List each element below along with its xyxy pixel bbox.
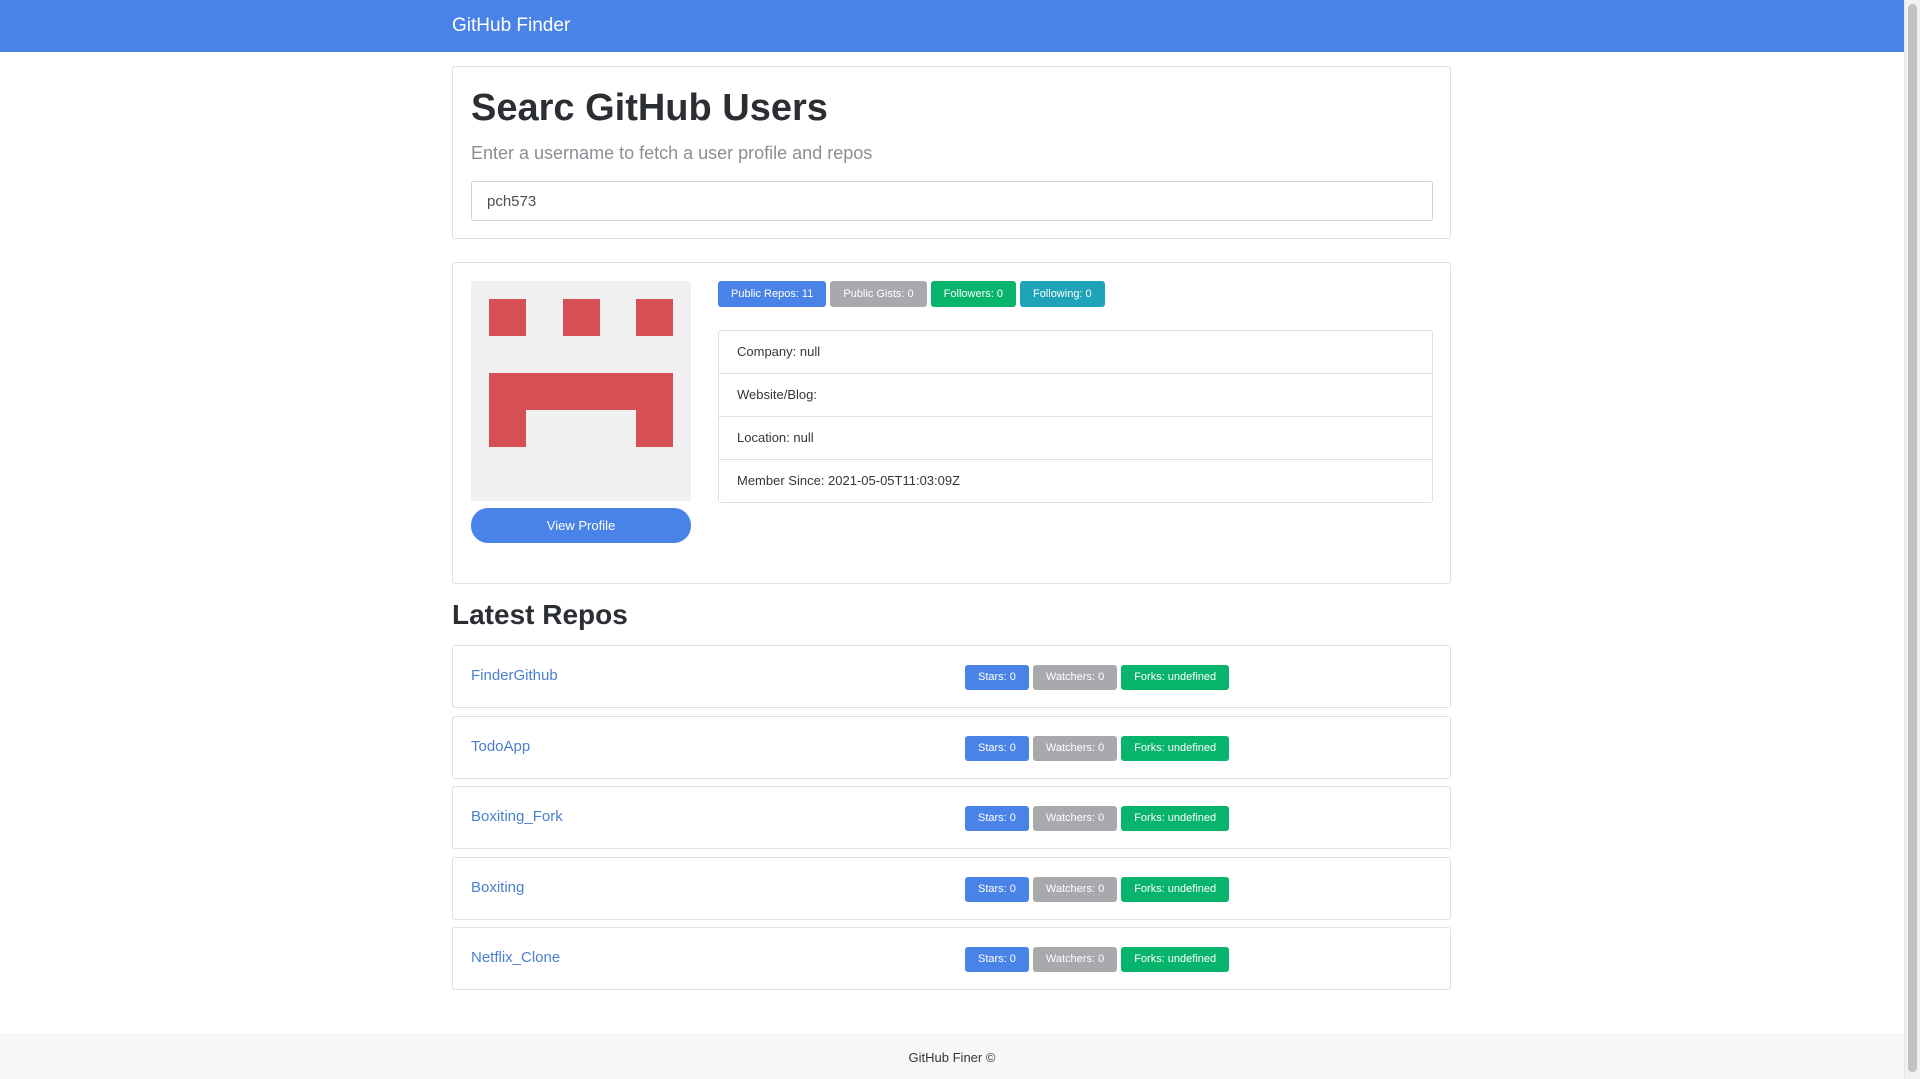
repo-card: TodoApp Stars: 0 Watchers: 0 Forks: unde…: [452, 716, 1451, 779]
company-item: Company: null: [719, 331, 1432, 374]
stars-badge: Stars: 0: [965, 665, 1029, 690]
repo-link[interactable]: Boxiting_Fork: [471, 808, 563, 825]
avatar-pixel: [489, 373, 673, 410]
search-input[interactable]: [471, 181, 1433, 221]
public-repos-badge: Public Repos: 11: [718, 281, 827, 307]
watchers-badge: Watchers: 0: [1032, 877, 1118, 902]
website-item: Website/Blog:: [719, 374, 1432, 417]
avatar-pixel: [563, 299, 600, 336]
repo-card: Boxiting Stars: 0 Watchers: 0 Forks: und…: [452, 857, 1451, 920]
forks-badge: Forks: undefined: [1121, 806, 1230, 831]
avatar: [471, 281, 691, 501]
repo-link[interactable]: TodoApp: [471, 738, 530, 755]
following-badge: Following: 0: [1019, 281, 1105, 307]
view-profile-button[interactable]: View Profile: [471, 508, 691, 543]
profile-info-list: Company: null Website/Blog: Location: nu…: [718, 330, 1433, 503]
followers-badge: Followers: 0: [930, 281, 1016, 307]
forks-badge: Forks: undefined: [1121, 665, 1230, 690]
search-title: Searc GitHub Users: [471, 87, 828, 129]
public-gists-badge: Public Gists: 0: [830, 281, 927, 307]
watchers-badge: Watchers: 0: [1032, 947, 1118, 972]
stars-badge: Stars: 0: [965, 736, 1029, 761]
repo-badges: Stars: 0 Watchers: 0 Forks: undefined: [965, 947, 1230, 972]
watchers-badge: Watchers: 0: [1032, 665, 1118, 690]
watchers-badge: Watchers: 0: [1032, 806, 1118, 831]
avatar-pixel: [489, 299, 526, 336]
repo-link[interactable]: Boxiting: [471, 879, 524, 896]
repo-badges: Stars: 0 Watchers: 0 Forks: undefined: [965, 665, 1230, 690]
navbar-brand[interactable]: GitHub Finder: [452, 15, 570, 37]
stars-badge: Stars: 0: [965, 877, 1029, 902]
search-subtitle: Enter a username to fetch a user profile…: [471, 143, 873, 163]
repo-card: Boxiting_Fork Stars: 0 Watchers: 0 Forks…: [452, 786, 1451, 849]
repo-card: FinderGithub Stars: 0 Watchers: 0 Forks:…: [452, 645, 1451, 708]
repo-badges: Stars: 0 Watchers: 0 Forks: undefined: [965, 736, 1230, 761]
vertical-scrollbar[interactable]: [1904, 0, 1920, 1079]
stars-badge: Stars: 0: [965, 806, 1029, 831]
avatar-pixel: [489, 410, 526, 447]
forks-badge: Forks: undefined: [1121, 947, 1230, 972]
profile-card: View Profile Public Repos: 11 Public Gis…: [452, 262, 1451, 584]
repo-badges: Stars: 0 Watchers: 0 Forks: undefined: [965, 806, 1230, 831]
search-card: Searc GitHub Users Enter a username to f…: [452, 66, 1451, 239]
location-item: Location: null: [719, 417, 1432, 460]
scrollbar-thumb[interactable]: [1908, 4, 1917, 1072]
repos-heading: Latest Repos: [452, 599, 628, 630]
repo-card: Netflix_Clone Stars: 0 Watchers: 0 Forks…: [452, 927, 1451, 990]
forks-badge: Forks: undefined: [1121, 736, 1230, 761]
avatar-pixel: [636, 410, 673, 447]
footer: GitHub Finer ©: [0, 1033, 1904, 1079]
watchers-badge: Watchers: 0: [1032, 736, 1118, 761]
forks-badge: Forks: undefined: [1121, 877, 1230, 902]
repo-link[interactable]: Netflix_Clone: [471, 949, 560, 966]
member-since-item: Member Since: 2021-05-05T11:03:09Z: [737, 473, 961, 488]
profile-badges: Public Repos: 11 Public Gists: 0 Followe…: [718, 281, 1105, 307]
page: GitHub Finder Searc GitHub Users Enter a…: [0, 0, 1920, 1079]
navbar: GitHub Finder: [0, 0, 1904, 52]
stars-badge: Stars: 0: [965, 947, 1029, 972]
repo-link[interactable]: FinderGithub: [471, 667, 558, 684]
avatar-pixel: [636, 299, 673, 336]
repo-badges: Stars: 0 Watchers: 0 Forks: undefined: [965, 877, 1230, 902]
